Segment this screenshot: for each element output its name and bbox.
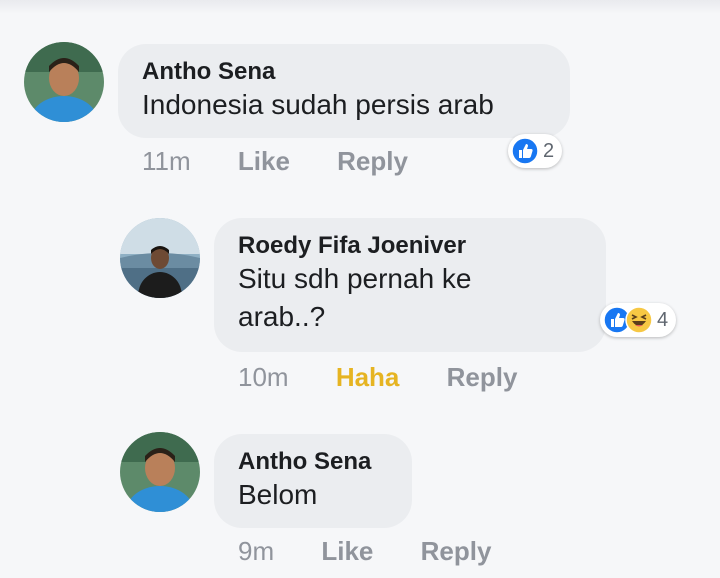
- reaction-count: 4: [657, 308, 669, 331]
- comment-author[interactable]: Antho Sena: [238, 448, 388, 476]
- comment-timestamp[interactable]: 11m: [142, 146, 191, 177]
- reaction-count: 2: [543, 139, 555, 162]
- comment-bubble: Antho Sena Belom: [214, 434, 412, 528]
- comment-actions: 9m Like Reply: [238, 536, 531, 567]
- avatar[interactable]: [120, 432, 200, 512]
- haha-icon: [625, 306, 653, 334]
- like-button[interactable]: Like: [321, 536, 373, 567]
- reply-button[interactable]: Reply: [337, 146, 408, 177]
- previous-content-edge: [0, 0, 720, 14]
- comment-actions: 11m Like Reply: [142, 146, 448, 177]
- avatar[interactable]: [120, 218, 200, 298]
- comment-author[interactable]: Roedy Fifa Joeniver: [238, 232, 582, 260]
- comment-author[interactable]: Antho Sena: [142, 58, 546, 86]
- comment-text: Belom: [238, 479, 318, 510]
- comment-actions: 10m Haha Reply: [238, 362, 557, 393]
- comment-timestamp[interactable]: 9m: [238, 536, 274, 567]
- comment-bubble: Roedy Fifa Joeniver Situ sdh pernah ke a…: [214, 218, 606, 352]
- avatar[interactable]: [24, 42, 104, 122]
- comment-timestamp[interactable]: 10m: [238, 362, 289, 393]
- like-icon: [511, 137, 539, 165]
- comment-bubble: Antho Sena Indonesia sudah persis arab: [118, 44, 570, 138]
- reply-button[interactable]: Reply: [447, 362, 518, 393]
- reactions-summary[interactable]: 2: [508, 134, 563, 168]
- like-button[interactable]: Like: [238, 146, 290, 177]
- reply-button[interactable]: Reply: [421, 536, 492, 567]
- comment-text: Situ sdh pernah ke arab..?: [238, 263, 472, 332]
- comment-text: Indonesia sudah persis arab: [142, 89, 494, 120]
- reactions-summary[interactable]: 4: [600, 303, 677, 337]
- haha-button[interactable]: Haha: [336, 362, 400, 393]
